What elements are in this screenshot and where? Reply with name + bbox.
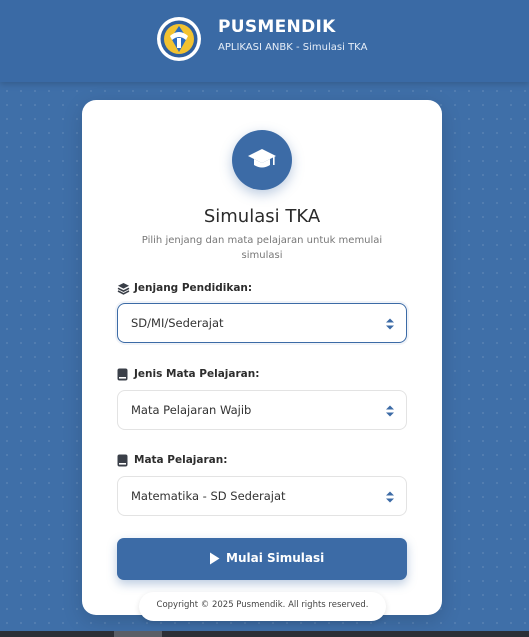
jenjang-label-text: Jenjang Pendidikan: — [134, 282, 253, 294]
mapel-select[interactable]: Matematika - SD Sederajat — [117, 476, 407, 516]
card-subtitle: Pilih jenjang dan mata pelajaran untuk m… — [141, 235, 383, 261]
jenis-mapel-select[interactable]: Mata Pelajaran Wajib — [117, 390, 407, 430]
start-simulation-button[interactable]: Mulai Simulasi — [117, 538, 407, 580]
jenjang-select[interactable]: SD/MI/Sederajat — [117, 303, 407, 343]
select-arrows-icon — [386, 405, 394, 417]
brand-subtitle: APLIKASI ANBK - Simulasi TKA — [218, 42, 368, 53]
jenis-mapel-label-text: Jenis Mata Pelajaran: — [134, 368, 260, 380]
card-title: Simulasi TKA — [203, 206, 321, 227]
top-header: PUSMENDIK APLIKASI ANBK - Simulasi TKA — [0, 0, 529, 82]
brand-title: PUSMENDIK — [218, 17, 336, 37]
start-simulation-label: Mulai Simulasi — [226, 551, 325, 565]
mapel-label-text: Mata Pelajaran: — [134, 454, 228, 466]
layers-icon — [117, 283, 130, 295]
book-icon — [117, 368, 128, 381]
book-icon — [117, 454, 128, 467]
select-arrows-icon — [386, 318, 394, 330]
simulation-card: Simulasi TKA Pilih jenjang dan mata pela… — [82, 100, 442, 615]
footer-copyright: Copyright © 2025 Pusmendik. All rights r… — [139, 592, 386, 621]
play-icon — [210, 552, 220, 565]
jenis-mapel-select-value: Mata Pelajaran Wajib — [131, 403, 252, 417]
select-arrows-icon — [386, 491, 394, 503]
copyright-text: Copyright © 2025 Pusmendik. All rights r… — [156, 600, 369, 610]
graduation-cap-icon — [232, 130, 292, 190]
jenjang-select-value: SD/MI/Sederajat — [131, 316, 224, 330]
bottom-scrollbar[interactable] — [0, 631, 529, 637]
mapel-select-value: Matematika - SD Sederajat — [131, 489, 286, 503]
scrollbar-thumb[interactable] — [114, 631, 162, 637]
kemendikbud-logo-icon — [157, 17, 201, 61]
